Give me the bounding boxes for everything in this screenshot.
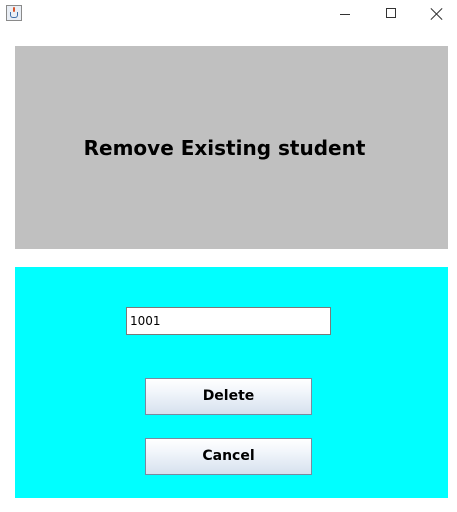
student-id-input[interactable] bbox=[126, 307, 331, 335]
maximize-button[interactable] bbox=[368, 0, 414, 29]
maximize-icon bbox=[386, 8, 396, 18]
cancel-button[interactable]: Cancel bbox=[145, 438, 312, 475]
minimize-icon bbox=[340, 14, 350, 15]
java-cup-icon bbox=[6, 5, 22, 21]
title-bar bbox=[0, 0, 457, 29]
page-title: Remove Existing student bbox=[83, 136, 366, 160]
close-button[interactable] bbox=[414, 0, 457, 29]
minimize-button[interactable] bbox=[322, 0, 368, 29]
close-icon bbox=[430, 7, 444, 21]
delete-button[interactable]: Delete bbox=[145, 378, 312, 415]
